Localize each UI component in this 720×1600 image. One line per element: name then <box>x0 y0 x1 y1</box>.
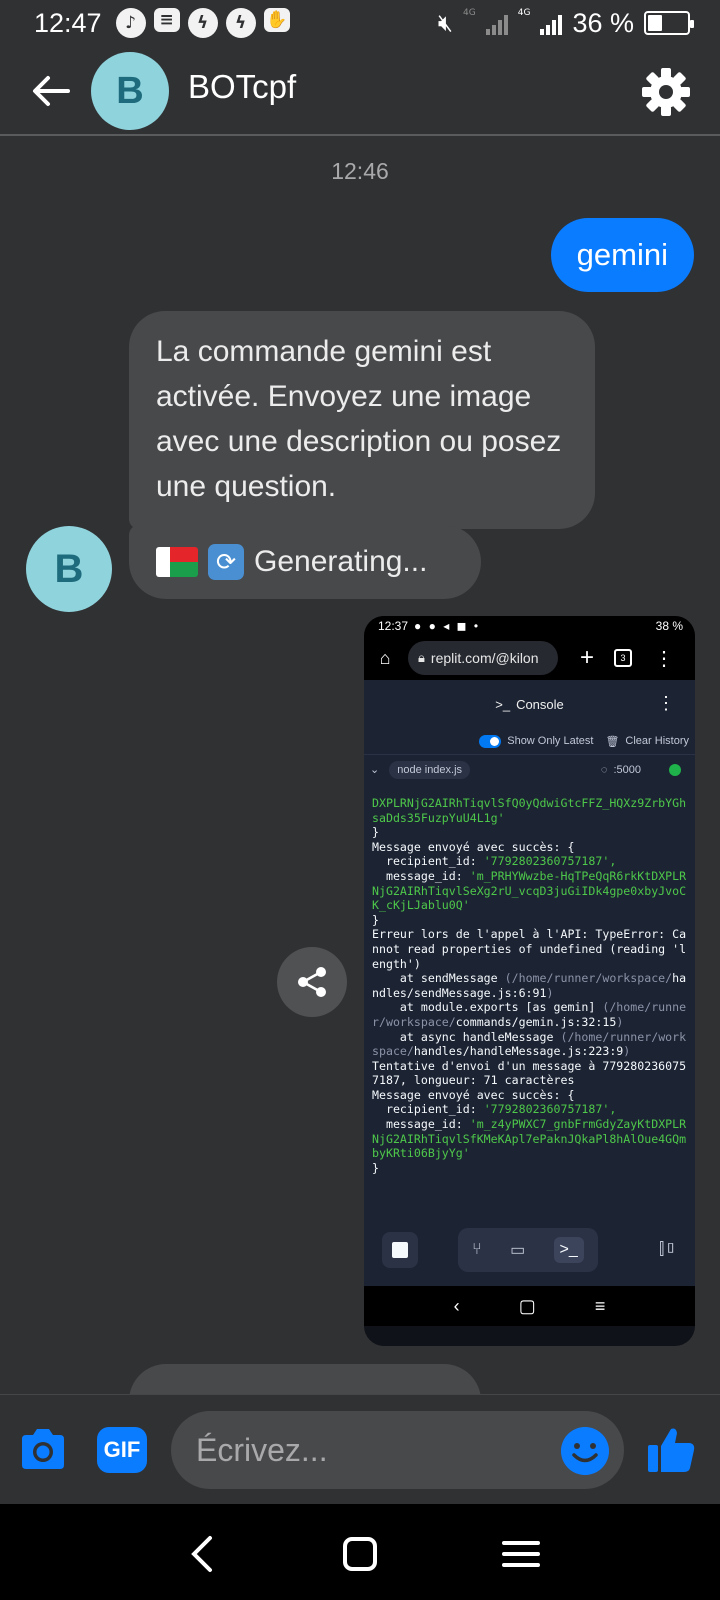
refresh-icon: ⟳ <box>208 544 244 580</box>
image-status-bar: 12:37 ● ● ◂ ◼ • 38 % <box>364 616 695 636</box>
console-log-line: } <box>372 1160 379 1175</box>
gear-icon[interactable] <box>640 66 692 118</box>
more-menu-icon: ⋮ <box>654 647 675 670</box>
console-header: >_ Console ⋮ <box>364 680 695 728</box>
image-battery: 38 % <box>655 619 683 633</box>
share-button[interactable] <box>277 947 347 1017</box>
outgoing-message[interactable]: gemini <box>550 218 694 292</box>
console-log-line: Message envoyé avec succès: { <box>372 1087 575 1102</box>
status-time: 12:47 <box>34 7 102 38</box>
message-timestamp: 12:46 <box>331 158 389 184</box>
net-label-2: 4G <box>517 8 531 18</box>
gif-button[interactable]: GIF <box>97 1427 147 1473</box>
console-log-line: Erreur lors de l'appel à l'API: TypeErro… <box>372 927 687 971</box>
messenger-chat-screen: 12:47 ♪ ≡ ϟ ϟ ✋ 🔇︎ 4G 4G 36 % B BOTcpf 1… <box>0 0 720 1600</box>
console-log: DXPLRNjG2AIRhTiqvlSfQ0yQdwiGtcFFZ_HQXz9Z… <box>364 784 695 1214</box>
signal-sim2-icon <box>540 11 563 35</box>
image-system-nav: ‹ ▢ ≡ <box>364 1286 695 1326</box>
system-navigation-bar <box>0 1504 720 1600</box>
status-indicators: 🔇︎ 4G 4G 36 % <box>437 7 694 39</box>
camera-icon[interactable] <box>18 1427 68 1473</box>
nav-menu-icon[interactable] <box>498 1534 544 1574</box>
generating-message[interactable]: ⟳ Generating... <box>129 525 481 599</box>
image-menu-icon: ≡ <box>594 1295 606 1316</box>
image-home-icon: ▢ <box>518 1295 536 1316</box>
sender-avatar[interactable]: B <box>26 526 112 612</box>
thumbs-up-icon[interactable] <box>646 1425 696 1475</box>
image-status-time: 12:37 <box>378 619 409 633</box>
music-notification-icon: ♪ <box>115 8 146 38</box>
console-log-line: message_id: 'm_PRHYWwzbe-HqTPeQqR6rkKtDX… <box>372 868 687 913</box>
lock-icon: 🔒︎ <box>418 650 425 665</box>
console-prompt-icon: >_ <box>495 696 511 712</box>
console-log-line: recipient_id: '7792802360757187', <box>372 854 617 869</box>
emoji-icon[interactable] <box>561 1427 609 1475</box>
battery-icon <box>644 11 694 35</box>
image-url-box: 🔒︎ replit.com/@kilon <box>408 641 558 675</box>
generating-text: Generating... <box>254 545 428 578</box>
battery-level-fill <box>648 15 662 31</box>
new-tab-icon: + <box>580 644 595 671</box>
running-status-icon <box>669 763 681 776</box>
notification-icons: ♪ ≡ ϟ ϟ ✋ <box>115 8 290 38</box>
git-icon: ⑂ <box>472 1241 482 1258</box>
stop-icon <box>382 1232 418 1268</box>
net-label-1: 4G <box>463 8 476 18</box>
console-title: Console <box>516 696 564 712</box>
process-bar: ⌄ node index.js ◌ :5000 <box>364 754 695 784</box>
console-log-line: at sendMessage (/home/runner/workspace/h… <box>372 971 687 1000</box>
console-options: Show Only Latest 🗑︎ Clear History <box>364 728 695 754</box>
console-tab-icon: >_ <box>553 1237 584 1263</box>
back-arrow-icon[interactable] <box>28 68 74 114</box>
console-log-line: recipient_id: '7792802360757187', <box>372 1102 617 1117</box>
home-icon: ⌂ <box>379 647 391 668</box>
signal-sim1-icon <box>485 11 508 35</box>
composer-bar: GIF <box>0 1394 720 1504</box>
chat-header: B BOTcpf <box>0 46 720 136</box>
message-input[interactable] <box>171 1411 624 1489</box>
image-bottom-toolbar: ⑂ ▭ >_ ⫿▯ <box>364 1214 695 1286</box>
trash-icon: 🗑︎ <box>605 735 620 748</box>
console-menu-icon: ⋮ <box>657 693 675 713</box>
nav-back-icon[interactable] <box>180 1534 226 1574</box>
share-icon <box>298 967 326 997</box>
battery-percent: 36 % <box>572 7 634 38</box>
clear-history-label: Clear History <box>625 735 689 747</box>
incoming-message[interactable]: La commande gemini est activée. Envoyez … <box>129 311 595 529</box>
spinner-icon: ◌ <box>600 763 608 776</box>
show-latest-toggle <box>479 734 502 748</box>
console-log-line: at module.exports [as gemin] (/home/runn… <box>372 1000 687 1029</box>
contact-name[interactable]: BOTcpf <box>188 68 296 106</box>
port-label: :5000 <box>613 763 641 776</box>
console-log-line: } <box>372 912 379 927</box>
app-notification-icon: ✋ <box>263 8 290 32</box>
port-indicator: ◌ :5000 <box>601 764 641 776</box>
messenger-notification-icon-2: ϟ <box>225 8 256 38</box>
console-log-line: Tentative d'envoi d'un message à 7792802… <box>372 1058 687 1088</box>
console-log-line: at async handleMessage (/home/runner/wor… <box>372 1029 687 1059</box>
nav-home-icon[interactable] <box>337 1534 383 1574</box>
console-log-line: Message envoyé avec succès: { <box>372 839 575 854</box>
mute-icon: 🔇︎ <box>437 9 454 37</box>
tabs-icon: 3 <box>614 649 633 667</box>
image-notification-icons: ● ● ◂ ◼ • <box>414 619 481 633</box>
tool-switcher: ⑂ ▭ >_ <box>458 1228 598 1272</box>
shared-screenshot-image[interactable]: 12:37 ● ● ◂ ◼ • 38 % ⌂ 🔒︎ replit.com/@ki… <box>364 616 695 1346</box>
status-bar: 12:47 ♪ ≡ ϟ ϟ ✋ 🔇︎ 4G 4G 36 % <box>0 0 720 46</box>
image-url: replit.com/@kilon <box>430 650 539 666</box>
messenger-notification-icon: ϟ <box>187 8 218 38</box>
console-log-line: DXPLRNjG2AIRhTiqvlSfQ0yQdwiGtcFFZ_HQXz9Z… <box>372 796 687 825</box>
image-back-icon: ‹ <box>453 1295 460 1316</box>
madagascar-flag-icon <box>156 547 198 577</box>
chevron-down-icon: ⌄ <box>370 764 380 776</box>
message-notification-icon: ≡ <box>153 8 180 32</box>
image-browser-bar: ⌂ 🔒︎ replit.com/@kilon + 3 ⋮ <box>364 636 695 680</box>
preview-icon: ▭ <box>510 1242 526 1259</box>
panel-icon: ⫿▯ <box>659 1241 677 1258</box>
contact-avatar[interactable]: B <box>91 52 169 130</box>
show-latest-label: Show Only Latest <box>507 735 594 747</box>
console-log-line: message_id: 'm_z4yPWXC7_gnbFrmGdyZayKtDX… <box>372 1117 687 1161</box>
process-name: node index.js <box>389 760 471 779</box>
console-log-line: } <box>372 825 379 840</box>
